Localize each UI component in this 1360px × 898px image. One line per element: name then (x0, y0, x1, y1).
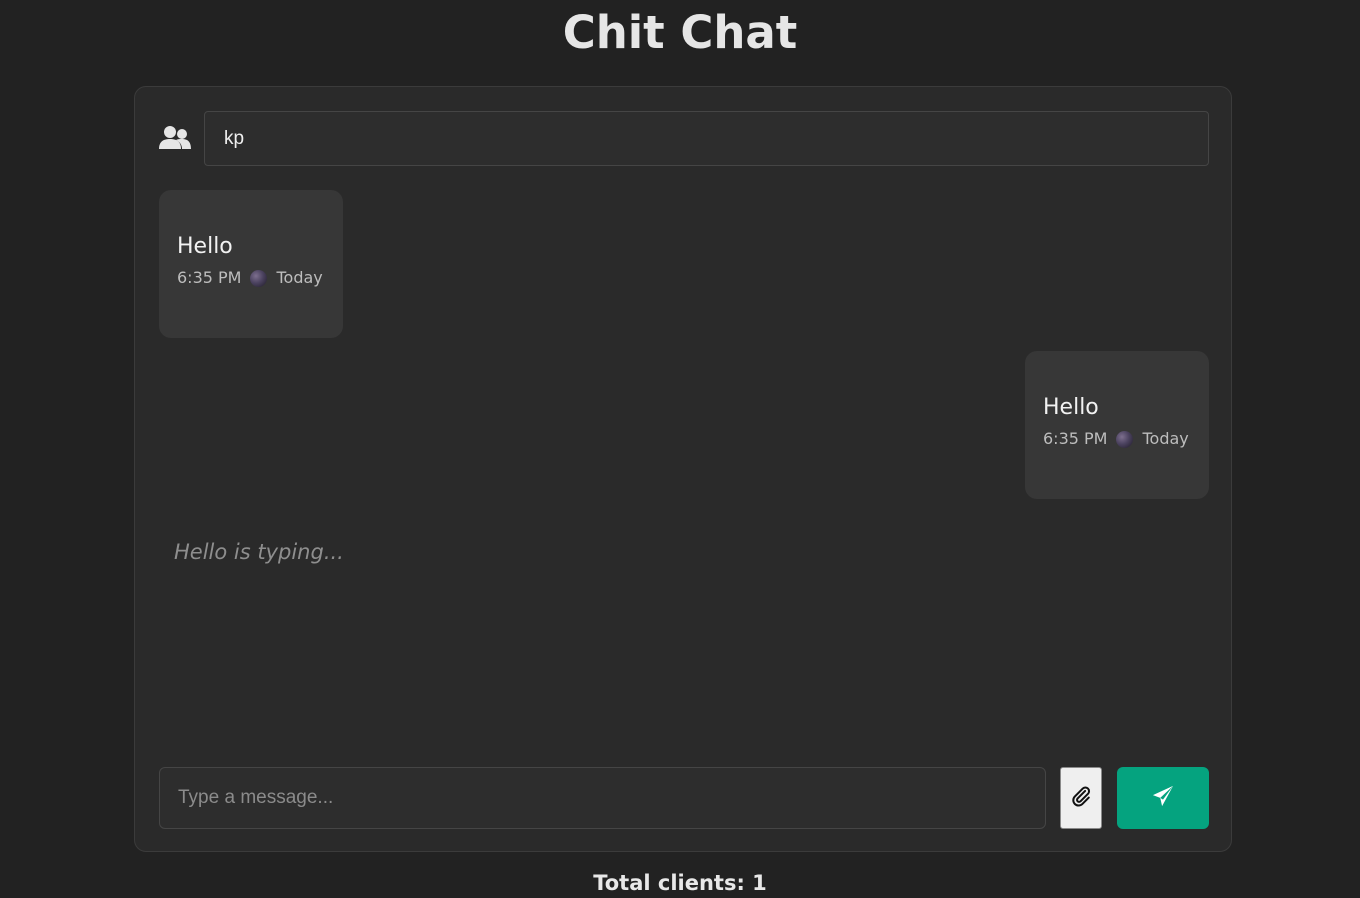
message-meta: 6:35 PM Today (177, 268, 325, 288)
page-title: Chit Chat (562, 6, 798, 59)
message-text: Hello (177, 234, 233, 259)
message-bubble-incoming: Hello 6:35 PM Today (159, 190, 343, 338)
message-day: Today (276, 268, 323, 287)
chat-header (159, 111, 1209, 167)
moon-icon (250, 269, 268, 287)
typing-indicator: Hello is typing... (174, 540, 344, 564)
send-button[interactable] (1117, 767, 1209, 829)
message-text: Hello (1043, 395, 1099, 420)
message-day: Today (1142, 429, 1189, 448)
moon-icon (1116, 430, 1134, 448)
message-list: Hello 6:35 PM Today Hello 6:35 PM Today … (159, 190, 1209, 830)
message-input[interactable] (159, 767, 1046, 829)
message-bubble-outgoing: Hello 6:35 PM Today (1025, 351, 1209, 499)
message-composer (159, 767, 1209, 829)
users-icon (159, 125, 191, 153)
paper-plane-icon (1152, 785, 1174, 811)
paperclip-icon (1070, 785, 1092, 811)
chat-container: Hello 6:35 PM Today Hello 6:35 PM Today … (134, 86, 1232, 852)
attach-button[interactable] (1060, 767, 1102, 829)
message-meta: 6:35 PM Today (1043, 429, 1191, 449)
message-time: 6:35 PM (177, 268, 242, 287)
username-input[interactable] (204, 111, 1209, 166)
message-time: 6:35 PM (1043, 429, 1108, 448)
